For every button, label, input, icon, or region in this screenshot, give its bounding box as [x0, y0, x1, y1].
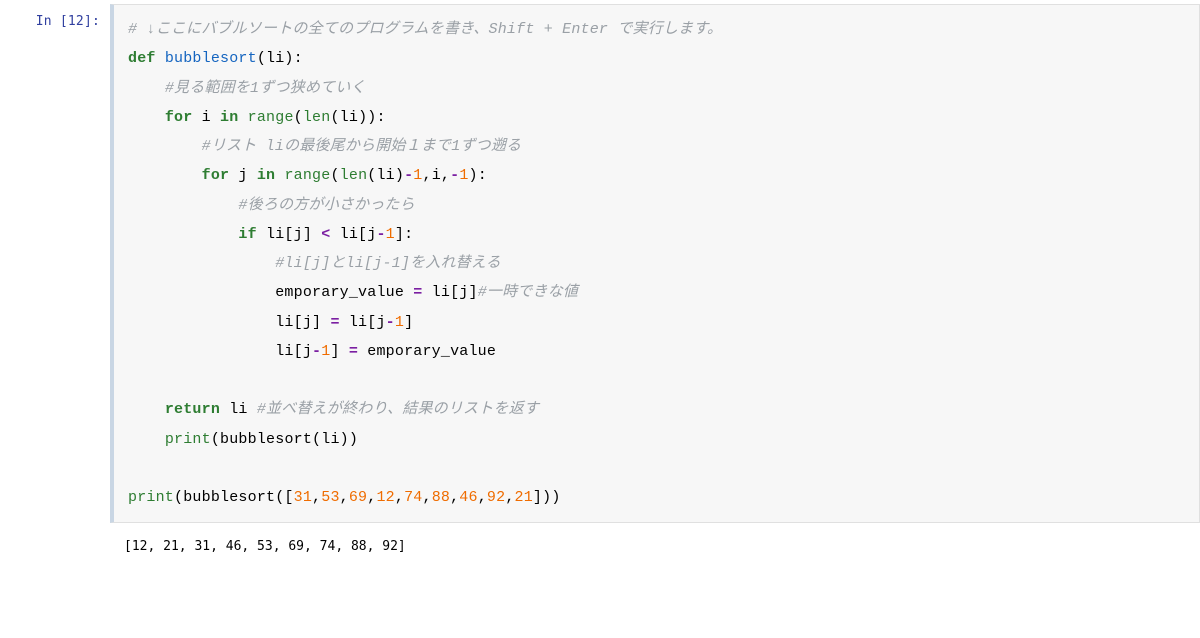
num: 74	[404, 489, 422, 506]
call-close: ]))	[533, 489, 561, 506]
op-eq: =	[349, 343, 358, 360]
ident-i: i	[432, 167, 441, 184]
comma: ,	[395, 489, 404, 506]
num: 1	[386, 226, 395, 243]
num: 1	[395, 314, 404, 331]
number-list: 31,53,69,12,74,88,46,92,21	[294, 489, 533, 506]
keyword-for: for	[165, 109, 193, 126]
ident-li: li	[376, 167, 394, 184]
stdout-output: [12, 21, 31, 46, 53, 69, 74, 88, 92]	[124, 537, 1186, 557]
comment: #並べ替えが終わり、結果のリストを返す	[257, 401, 539, 418]
num: 21	[515, 489, 533, 506]
builtin-range: range	[275, 167, 330, 184]
var-j: j	[229, 167, 257, 184]
builtin-len: len	[303, 109, 331, 126]
comment: #一時できな値	[478, 284, 578, 301]
comma: ,	[340, 489, 349, 506]
num: 1	[413, 167, 422, 184]
ident-li: li	[340, 109, 358, 126]
call: (bubblesort(li))	[211, 431, 358, 448]
comma: ,	[423, 167, 432, 184]
comma: ,	[422, 489, 431, 506]
lhs: li[j]	[275, 314, 330, 331]
builtin-print: print	[128, 489, 174, 506]
code-block[interactable]: # ↓ここにバブルソートの全てのプログラムを書き、Shift + Enter で…	[128, 15, 1185, 512]
output-area: [12, 21, 31, 46, 53, 69, 74, 88, 92]	[110, 523, 1200, 561]
input-prompt: In [12]:	[36, 14, 100, 29]
builtin-len: len	[340, 167, 368, 184]
num: 31	[294, 489, 312, 506]
output-prompt-col	[0, 523, 110, 561]
call-open: (bubblesort([	[174, 489, 294, 506]
colon: :	[376, 109, 385, 126]
paren: (	[330, 109, 339, 126]
num: 46	[459, 489, 477, 506]
rhs: li[j	[340, 314, 386, 331]
keyword-return: return	[165, 401, 220, 418]
bracket: ]	[330, 343, 339, 360]
builtin-print: print	[165, 431, 211, 448]
colon: :	[478, 167, 487, 184]
bracket: ]:	[395, 226, 413, 243]
paren: (	[294, 109, 303, 126]
op-minus: -	[404, 167, 413, 184]
expr: li[j	[330, 226, 376, 243]
input-prompt-col: In [12]:	[0, 4, 110, 523]
num: 92	[487, 489, 505, 506]
ret-expr: li	[220, 401, 257, 418]
code-input-area[interactable]: # ↓ここにバブルソートの全てのプログラムを書き、Shift + Enter で…	[110, 4, 1200, 523]
function-name: bubblesort	[165, 50, 257, 67]
comment: # ↓ここにバブルソートの全てのプログラムを書き、Shift + Enter で…	[128, 21, 722, 38]
comment: #リスト liの最後尾から開始１まで1ずつ遡る	[202, 138, 522, 155]
params: (li):	[257, 50, 303, 67]
num: 69	[349, 489, 367, 506]
keyword-def: def	[128, 50, 156, 67]
var-i: i	[192, 109, 220, 126]
num: 53	[321, 489, 339, 506]
builtin-range: range	[238, 109, 293, 126]
expr: li[j]	[257, 226, 321, 243]
bracket: ]	[404, 314, 413, 331]
keyword-for: for	[202, 167, 230, 184]
paren: (	[330, 167, 339, 184]
op-minus: -	[386, 314, 395, 331]
rhs: emporary_value	[358, 343, 496, 360]
keyword-if: if	[238, 226, 256, 243]
num: 12	[376, 489, 394, 506]
op-minus: -	[450, 167, 459, 184]
comma: ,	[450, 489, 459, 506]
paren: )	[358, 109, 367, 126]
lhs: li[j	[275, 343, 312, 360]
comma: ,	[505, 489, 514, 506]
comma: ,	[312, 489, 321, 506]
keyword-in: in	[220, 109, 238, 126]
paren: )	[469, 167, 478, 184]
lhs: emporary_value	[275, 284, 413, 301]
comment: #li[j]とli[j-1]を入れ替える	[275, 255, 501, 272]
notebook: In [12]: # ↓ここにバブルソートの全てのプログラムを書き、Shift …	[0, 0, 1200, 581]
op-eq: =	[330, 314, 339, 331]
num: 1	[459, 167, 468, 184]
rhs: li[j]	[422, 284, 477, 301]
comma: ,	[478, 489, 487, 506]
code-cell: In [12]: # ↓ここにバブルソートの全てのプログラムを書き、Shift …	[0, 4, 1200, 523]
comment: #見る範囲を1ずつ狭めていく	[165, 80, 366, 97]
num: 88	[432, 489, 450, 506]
comma: ,	[441, 167, 450, 184]
keyword-in: in	[257, 167, 275, 184]
comment: #後ろの方が小さかったら	[238, 197, 414, 214]
paren: )	[395, 167, 404, 184]
output-cell: [12, 21, 31, 46, 53, 69, 74, 88, 92]	[0, 523, 1200, 561]
op-minus: -	[312, 343, 321, 360]
op-minus: -	[376, 226, 385, 243]
